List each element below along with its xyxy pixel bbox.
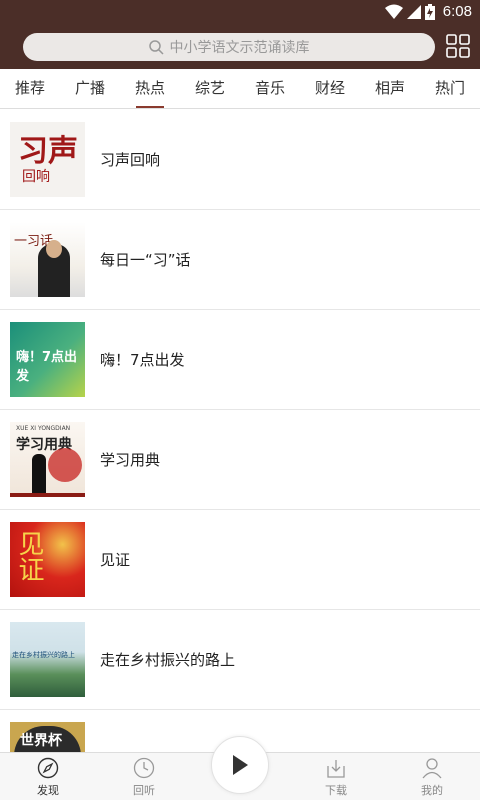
flag-circle — [48, 448, 82, 482]
tab-variety[interactable]: 综艺 — [180, 69, 240, 108]
nav-history-label: 回听 — [133, 784, 155, 797]
status-time: 6:08 — [442, 3, 472, 20]
status-icons: 6:08 — [384, 3, 472, 20]
thumb-text: 嗨！7点出发 — [16, 350, 78, 384]
play-icon — [233, 755, 248, 775]
download-icon — [327, 760, 345, 778]
program-thumbnail: 一习话 — [10, 222, 85, 297]
program-thumbnail: 走在乡村振兴的路上 — [10, 622, 85, 697]
list-item[interactable]: 见证 见证 — [0, 510, 480, 610]
battery-icon — [424, 3, 435, 20]
program-title: 见证 — [100, 551, 131, 569]
signal-icon — [406, 4, 421, 19]
category-tabs: 推荐 广播 热点 综艺 音乐 财经 相声 热门 — [0, 69, 480, 109]
thumb-text: 世界杯 — [20, 733, 62, 749]
tab-popular[interactable]: 热门 — [420, 69, 480, 108]
search-input[interactable]: 中小学语文示范诵读库 — [23, 33, 435, 61]
list-item[interactable]: 一习话 每日一“习”话 — [0, 210, 480, 310]
program-thumbnail: 习声 回响 — [10, 122, 85, 197]
wifi-icon — [384, 4, 403, 19]
person-face — [46, 240, 62, 258]
thumb-subtext: 回响 — [22, 169, 50, 185]
list-item[interactable]: XUE XI YONGDIAN 学习用典 学习用典 — [0, 410, 480, 510]
program-title: 学习用典 — [100, 451, 161, 469]
nav-download-label: 下载 — [325, 784, 347, 797]
program-title: 嗨！7点出发 — [100, 351, 185, 369]
thumb-text: 走在乡村振兴的路上 — [12, 651, 75, 659]
search-placeholder: 中小学语文示范诵读库 — [169, 40, 310, 56]
list-item[interactable]: 走在乡村振兴的路上 走在乡村振兴的路上 — [0, 610, 480, 710]
nav-discover[interactable]: 发现 — [0, 753, 96, 800]
list-item[interactable]: 习声 回响 习声回响 — [0, 110, 480, 210]
search-icon — [148, 39, 164, 55]
compass-icon — [37, 757, 59, 779]
nav-discover-label: 发现 — [37, 784, 59, 797]
person-figure — [32, 454, 46, 494]
tab-finance[interactable]: 财经 — [300, 69, 360, 108]
thumb-text: 见证 — [14, 530, 44, 582]
program-thumbnail: 嗨！7点出发 — [10, 322, 85, 397]
tab-hot[interactable]: 热点 — [120, 69, 180, 108]
nav-mine[interactable]: 我的 — [384, 753, 480, 800]
clock-icon — [133, 757, 155, 779]
program-list: 习声 回响 习声回响 一习话 每日一“习”话 嗨！7点出发 嗨！7点出发 XUE… — [0, 110, 480, 800]
tab-recommend[interactable]: 推荐 — [0, 69, 60, 108]
nav-mine-label: 我的 — [421, 784, 443, 797]
program-title: 每日一“习”话 — [100, 251, 191, 269]
list-item[interactable]: 嗨！7点出发 嗨！7点出发 — [0, 310, 480, 410]
grid-menu-icon[interactable] — [446, 34, 470, 58]
program-thumbnail: XUE XI YONGDIAN 学习用典 — [10, 422, 85, 497]
tab-music[interactable]: 音乐 — [240, 69, 300, 108]
thumb-subtext: XUE XI YONGDIAN — [16, 425, 71, 432]
header: 中小学语文示范诵读库 — [0, 24, 480, 69]
program-thumbnail: 见证 — [10, 522, 85, 597]
nav-download[interactable]: 下载 — [288, 753, 384, 800]
tab-crosstalk[interactable]: 相声 — [360, 69, 420, 108]
program-title: 走在乡村振兴的路上 — [100, 651, 236, 669]
thumb-text: 习声 — [18, 134, 78, 169]
thumb-bar — [10, 493, 85, 497]
play-button[interactable] — [211, 736, 269, 794]
nav-history[interactable]: 回听 — [96, 753, 192, 800]
status-bar: 6:08 — [0, 0, 480, 24]
user-icon — [422, 758, 442, 779]
program-title: 习声回响 — [100, 151, 161, 169]
tab-broadcast[interactable]: 广播 — [60, 69, 120, 108]
